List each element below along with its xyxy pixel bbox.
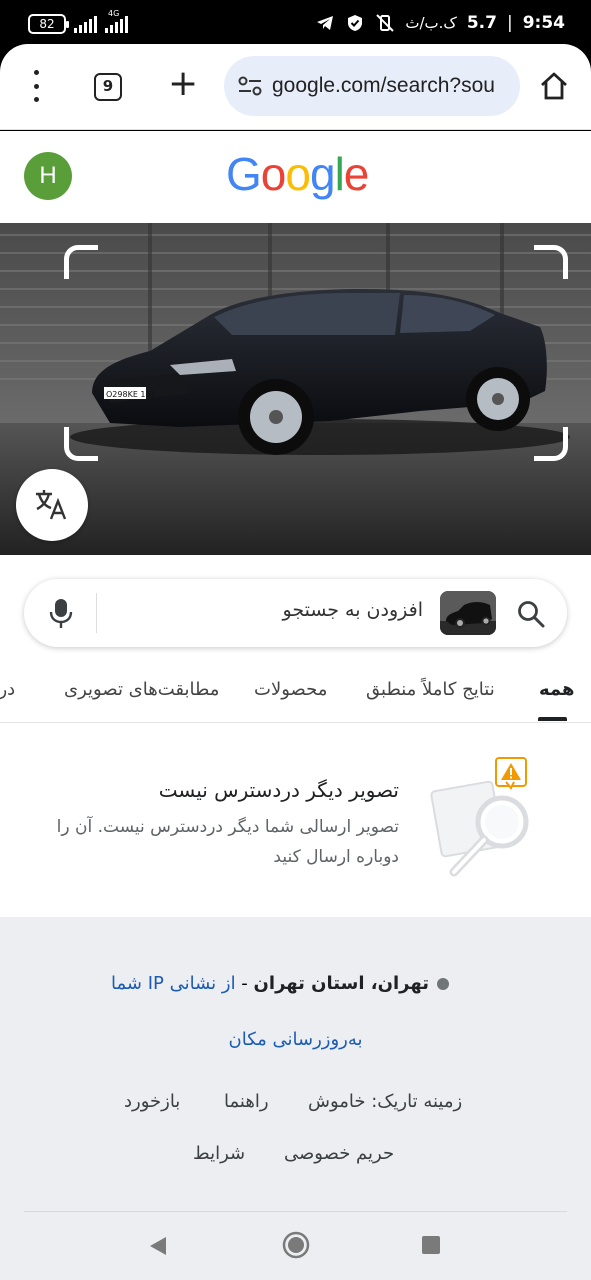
active-tab-indicator — [538, 717, 567, 721]
search-input[interactable]: افزودن به جستجو — [283, 599, 424, 621]
ip-address-link[interactable]: از نشانی IP شما — [111, 973, 236, 994]
location-line: تهران، استان تهران - از نشانی IP شما — [111, 973, 449, 994]
privacy-link[interactable]: حریم خصوصی — [284, 1143, 394, 1164]
divider — [24, 1211, 567, 1212]
filter-tabs: همه نتایج کاملاً منطبق محصولات مطابقت‌ها… — [0, 667, 591, 723]
crop-corner[interactable] — [64, 245, 98, 279]
dark-theme-toggle[interactable]: زمینه تاریک: خاموش — [308, 1091, 462, 1112]
back-icon[interactable] — [148, 1235, 168, 1257]
location-dot-icon — [437, 978, 449, 990]
network-type: 4G — [108, 9, 120, 18]
logo-letter: o — [285, 148, 311, 200]
feedback-link[interactable]: بازخورد — [124, 1091, 180, 1112]
tab-about[interactable]: دربا — [0, 679, 15, 700]
translate-icon — [36, 490, 67, 520]
google-logo[interactable]: Google — [226, 147, 370, 201]
translate-button[interactable] — [16, 469, 88, 541]
logo-letter: l — [334, 148, 345, 200]
account-avatar[interactable]: H — [24, 152, 72, 200]
terms-link[interactable]: شرایط — [193, 1143, 245, 1164]
crop-corner[interactable] — [64, 427, 98, 461]
battery-indicator: 82 — [28, 14, 69, 34]
vibrate-off-icon — [376, 14, 395, 32]
logo-letter: g — [309, 148, 336, 200]
shield-check-icon — [348, 15, 363, 31]
search-image[interactable]: O298KE 161 — [0, 223, 591, 555]
notice-title: تصویر دیگر دردسترس نیست — [158, 778, 399, 802]
location-city: تهران، استان تهران — [253, 973, 429, 994]
tab-exact-matches[interactable]: نتایج کاملاً منطبق — [366, 679, 495, 700]
menu-icon[interactable] — [22, 70, 50, 102]
address-bar[interactable]: google.com/search?sou — [224, 56, 520, 116]
status-left: 82 4G — [28, 9, 128, 34]
browser-toolbar: 9 + google.com/search?sou — [0, 44, 591, 130]
divider — [96, 593, 97, 633]
logo-letter: G — [226, 148, 262, 200]
logo-letter: e — [343, 148, 370, 200]
add-to-search-box[interactable]: افزودن به جستجو — [24, 579, 567, 647]
clock: 9:54 — [522, 13, 565, 33]
mobile-data-icon: 4G — [105, 9, 128, 33]
system-navigation-bar — [0, 1211, 591, 1280]
tab-products[interactable]: محصولات — [254, 679, 327, 700]
image-search-warning-icon — [430, 757, 529, 877]
help-link[interactable]: راهنما — [224, 1091, 269, 1112]
carrier-text: ک.ب/ث — [405, 14, 457, 32]
signal-icon — [74, 15, 97, 33]
recent-apps-icon[interactable] — [422, 1236, 440, 1254]
site-settings-icon[interactable] — [236, 74, 264, 98]
page-footer: تهران، استان تهران - از نشانی IP شما به‌… — [0, 917, 591, 1211]
image-thumbnail[interactable] — [440, 591, 496, 635]
microphone-icon[interactable] — [46, 597, 76, 629]
notice-body: تصویر ارسالی شما دیگر دردسترس نیست. آن ر… — [56, 817, 399, 867]
url-text[interactable]: google.com/search?sou — [272, 74, 512, 98]
home-icon[interactable] — [538, 70, 570, 102]
image-unavailable-notice: تصویر دیگر دردسترس نیست تصویر ارسالی شما… — [0, 724, 591, 916]
logo-letter: o — [260, 148, 287, 200]
status-right: ک.ب/ث 5.7 | 9:54 — [315, 13, 565, 33]
google-lens-results-page: H Google O298KE 161 افزودن به جستجو همه … — [0, 131, 591, 1211]
tab-all[interactable]: همه — [539, 679, 574, 700]
tab-switcher-button[interactable]: 9 — [94, 73, 122, 101]
crop-corner[interactable] — [534, 245, 568, 279]
search-icon[interactable] — [516, 599, 546, 629]
home-nav-icon[interactable] — [282, 1231, 310, 1259]
new-tab-icon[interactable]: + — [168, 66, 198, 102]
crop-corner[interactable] — [534, 427, 568, 461]
update-location-link[interactable]: به‌روزرسانی مکان — [0, 1029, 591, 1050]
tab-visual-matches[interactable]: مطابقت‌های تصویری — [64, 679, 219, 700]
location-separator: - — [235, 973, 254, 994]
status-bar: 82 4G ک.ب/ث 5.7 | 9:54 — [0, 0, 591, 50]
speed-text: 5.7 — [466, 13, 497, 33]
telegram-icon — [317, 16, 334, 30]
